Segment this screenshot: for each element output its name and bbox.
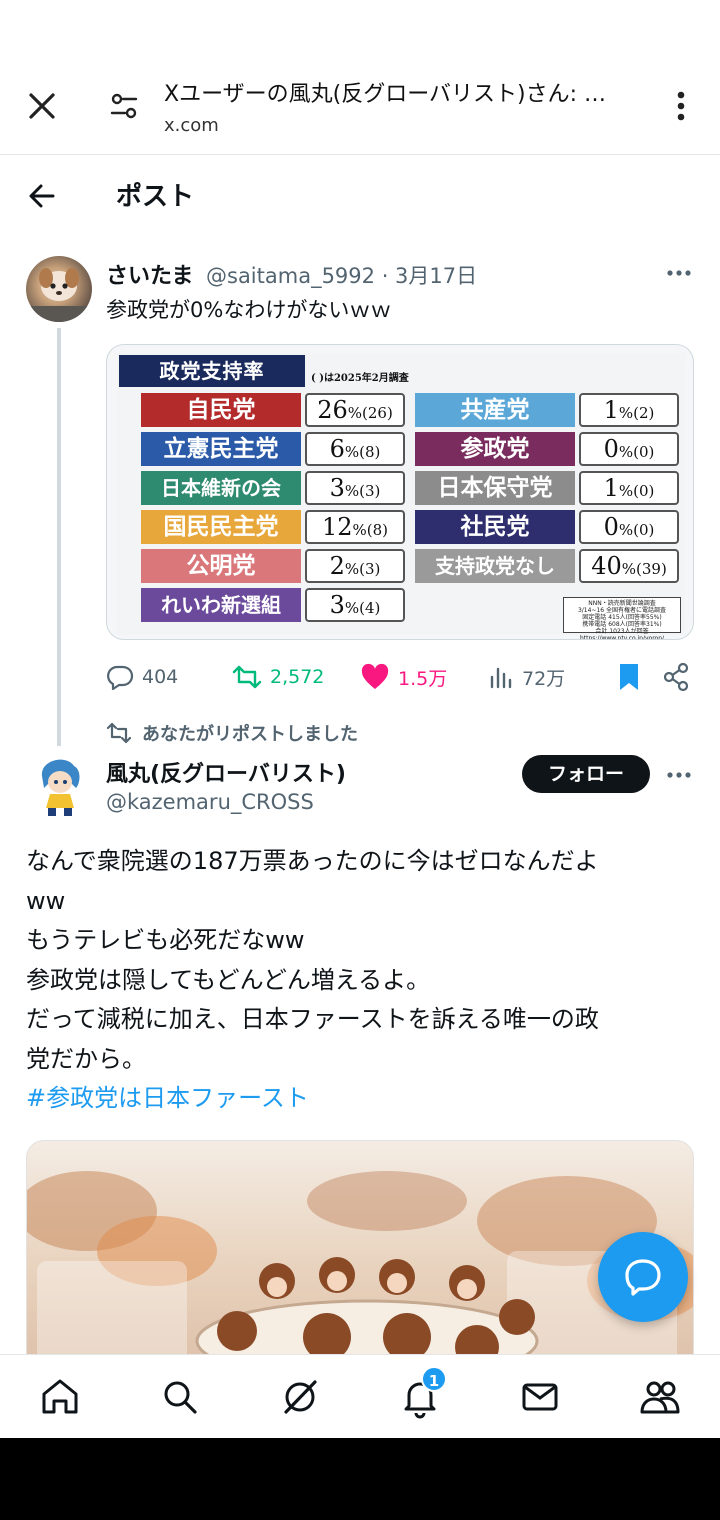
- poll-party-label: 支持政党なし: [415, 549, 575, 583]
- follow-button[interactable]: フォロー: [522, 755, 650, 793]
- close-icon[interactable]: [22, 86, 62, 126]
- poll-party-label: 国民民主党: [141, 510, 301, 544]
- author-name[interactable]: 風丸(反グローバリスト): [106, 756, 346, 788]
- poll-value: 12%(8): [305, 510, 405, 544]
- poll-value: 0%(0): [579, 510, 679, 544]
- tweet-image[interactable]: 政党支持率 ( )は2025年2月調査 自民党 26%(26) 立憲民主党 6%(8)…: [106, 344, 694, 640]
- reply-count: 404: [142, 666, 179, 688]
- poll-party-label: 立憲民主党: [141, 432, 301, 466]
- grok-icon[interactable]: [278, 1375, 322, 1419]
- share-icon: [663, 662, 689, 692]
- like-button[interactable]: 1.5万: [360, 662, 447, 692]
- header-title: ポスト: [116, 182, 195, 212]
- poll-party-label: 社民党: [415, 510, 575, 544]
- like-count: 1.5万: [398, 667, 448, 690]
- author-handle: @kazemaru_CROSS: [106, 790, 314, 814]
- repost-note-text: あなたがリポストしました: [142, 724, 358, 745]
- poll-chart: 政党支持率 ( )は2025年2月調査 自民党 26%(26) 立憲民主党 6%(8)…: [117, 353, 685, 639]
- overflow-menu-icon[interactable]: [664, 86, 698, 126]
- author-name[interactable]: さいたま: [106, 258, 193, 290]
- bottom-navigation: [0, 1354, 720, 1438]
- poll-party-label: 参政党: [415, 432, 575, 466]
- views-icon: [490, 667, 512, 689]
- more-options-icon[interactable]: [664, 258, 694, 288]
- avatar[interactable]: [26, 752, 92, 818]
- browser-toolbar: Xユーザーの風丸(反グローバリスト)さん: … x.com: [0, 60, 720, 155]
- search-icon[interactable]: [158, 1375, 202, 1419]
- poll-party-label: 共産党: [415, 393, 575, 427]
- poll-value: 6%(8): [305, 432, 405, 466]
- poll-source-line: 合計 1023人が回答: [595, 628, 649, 635]
- more-options-icon[interactable]: [664, 760, 694, 790]
- repost-indicator: あなたがリポストしました: [106, 720, 358, 746]
- poll-party-label: 公明党: [141, 549, 301, 583]
- poll-value: 40%(39): [579, 549, 679, 583]
- back-arrow-icon[interactable]: [22, 176, 62, 216]
- screen: Xユーザーの風丸(反グローバリスト)さん: … x.com ポスト さいたま @…: [0, 0, 720, 1438]
- poll-value: 1%(2): [579, 393, 679, 427]
- author-handle: @saitama_5992 · 3月17日: [206, 264, 478, 288]
- avatar[interactable]: [26, 256, 92, 322]
- poll-value: 1%(0): [579, 471, 679, 505]
- poll-party-label: 日本保守党: [415, 471, 575, 505]
- repost-icon: [106, 722, 132, 744]
- thread-line: [57, 328, 61, 746]
- poll-value: 26%(26): [305, 393, 405, 427]
- tweet-text-line: 参政党は隠してもどんどん増えるよ。: [26, 965, 431, 994]
- repost-button[interactable]: 2,572: [232, 662, 324, 692]
- chat-icon: [625, 1259, 661, 1296]
- tweet-text: なんで衆院選の187万票あったのに今はゼロなんだよ ww もうテレビも必死だなw…: [26, 842, 694, 1119]
- communities-icon[interactable]: [638, 1375, 682, 1419]
- poll-party-label: 自民党: [141, 393, 301, 427]
- poll-source-line: https://www.ntv.co.jp/yoron/: [579, 635, 665, 640]
- tweet-text-line: もうテレビも必死だなww: [26, 926, 305, 954]
- tweet-text-line: なんで衆院選の187万票あったのに今はゼロなんだよ: [26, 847, 599, 875]
- tweet-actions: 404 2,572 1.5万 72万: [106, 656, 696, 700]
- poll-value: 3%(3): [305, 471, 405, 505]
- poll-source-line: NNN・読売新聞世論調査: [588, 600, 656, 607]
- compose-message-button[interactable]: [598, 1232, 688, 1322]
- poll-party-label: れいわ新選組: [141, 588, 301, 622]
- tweet-text-line: 党だから。: [26, 1044, 146, 1073]
- tweet-text-line: ww: [26, 886, 66, 915]
- view-count: 72万: [522, 667, 566, 690]
- messages-icon[interactable]: [518, 1375, 562, 1419]
- views-button[interactable]: 72万: [488, 662, 565, 692]
- page-domain: x.com: [164, 115, 219, 136]
- poll-source-line: 3/14~16 全国有権者に電話調査: [577, 607, 667, 614]
- bookmark-button[interactable]: [616, 662, 642, 692]
- repost-count: 2,572: [270, 666, 325, 688]
- notification-badge: 1: [421, 1366, 447, 1392]
- poll-value: 2%(3): [305, 549, 405, 583]
- poll-source-line: 固定電話 415人(回答率55%): [582, 614, 662, 621]
- poll-title: 政党支持率: [119, 355, 305, 387]
- site-settings-icon[interactable]: [104, 86, 144, 126]
- post-header: ポスト: [0, 160, 720, 230]
- page-title[interactable]: Xユーザーの風丸(反グローバリスト)さん: …: [164, 76, 654, 108]
- home-icon[interactable]: [38, 1375, 82, 1419]
- poll-value: 0%(0): [579, 432, 679, 466]
- hashtag-link[interactable]: #参政党は日本ファースト: [26, 1079, 694, 1119]
- poll-value: 3%(4): [305, 588, 405, 622]
- tweet-text-line: だって減税に加え、日本ファーストを訴える唯一の政: [26, 1005, 599, 1033]
- reply-icon: [107, 665, 134, 691]
- reply-button[interactable]: 404: [106, 662, 178, 692]
- poll-note: ( )は2025年2月調査: [311, 373, 409, 384]
- repost-icon: [232, 665, 262, 689]
- poll-party-label: 日本維新の会: [141, 471, 301, 505]
- heart-icon: [361, 663, 389, 689]
- poll-source-line: 携帯電話 608人(回答率31%): [582, 621, 662, 628]
- share-button[interactable]: [662, 662, 690, 692]
- poll-source: NNN・読売新聞世論調査 3/14~16 全国有権者に電話調査 固定電話 415人(…: [563, 597, 681, 639]
- tweet-text: 参政党が0%なわけがないｗｗ: [106, 298, 392, 322]
- bookmark-icon: [620, 664, 638, 690]
